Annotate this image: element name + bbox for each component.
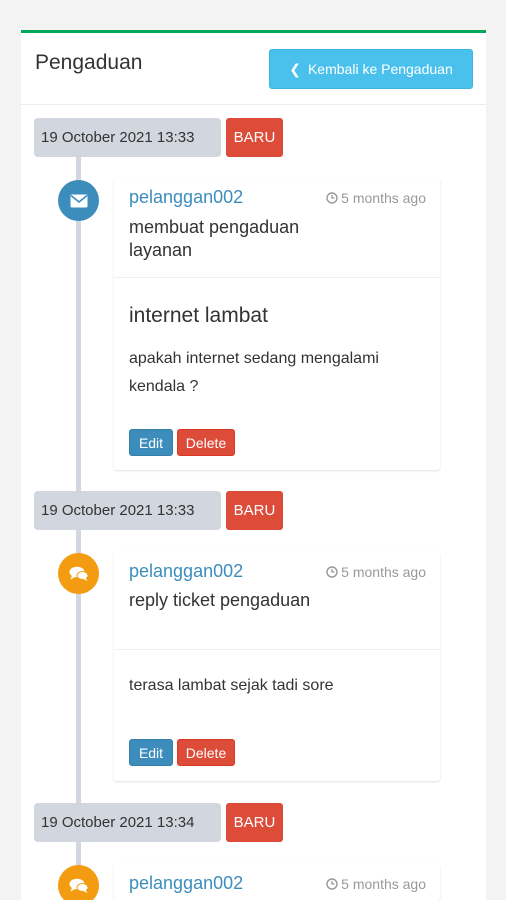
user-link[interactable]: pelanggan002 — [129, 187, 243, 208]
time-ago: 5 months ago — [326, 190, 426, 206]
timeline-item: pelanggan002 5 months ago membuat pengad… — [114, 178, 440, 470]
action-description: reply ticket pengaduan — [129, 590, 311, 610]
time-ago: 5 months ago — [326, 564, 426, 580]
timeline-item-body: internet lambat apakah internet sedang m… — [114, 278, 440, 470]
action-description: membuat pengaduan layanan — [129, 217, 300, 260]
delete-button[interactable]: Delete — [177, 739, 235, 766]
back-button-label: Kembali ke Pengaduan — [307, 61, 453, 77]
item-actions: Edit Delete — [114, 429, 440, 456]
timeline-date-label: 19 October 2021 13:34 — [34, 803, 221, 842]
time-ago-text: 5 months ago — [341, 564, 426, 580]
timeline-date-label: 19 October 2021 13:33 — [34, 118, 221, 157]
chevron-left-icon: ❮ — [289, 60, 301, 77]
complaint-text: apakah internet sedang mengalami kendala… — [129, 350, 379, 395]
box-header: Pengaduan ❮ Kembali ke Pengaduan — [21, 33, 486, 105]
time-ago-text: 5 months ago — [341, 190, 426, 206]
edit-button[interactable]: Edit — [129, 429, 173, 456]
timeline-item-header: pelanggan002 5 months ago — [114, 864, 440, 900]
item-actions: Edit Delete — [114, 739, 440, 766]
time-ago: 5 months ago — [326, 876, 426, 892]
status-badge: BARU — [226, 118, 283, 157]
page-title: Pengaduan — [35, 51, 143, 74]
reply-text: terasa lambat sejak tadi sore — [129, 677, 334, 694]
back-to-complaints-button[interactable]: ❮ Kembali ke Pengaduan — [269, 49, 473, 89]
timeline-item: pelanggan002 5 months ago — [114, 864, 440, 900]
envelope-icon — [58, 180, 99, 221]
timeline-item-body: terasa lambat sejak tadi sore Edit Delet… — [114, 650, 440, 781]
user-link[interactable]: pelanggan002 — [129, 873, 243, 894]
status-badge: BARU — [226, 803, 283, 842]
user-link[interactable]: pelanggan002 — [129, 561, 243, 582]
comments-icon — [58, 553, 99, 594]
clock-icon — [326, 566, 338, 578]
status-badge: BARU — [226, 491, 283, 530]
timeline-item-header: pelanggan002 5 months ago membuat pengad… — [114, 178, 440, 278]
clock-icon — [326, 878, 338, 890]
time-ago-text: 5 months ago — [341, 876, 426, 892]
delete-button[interactable]: Delete — [177, 429, 235, 456]
comments-icon — [58, 865, 99, 900]
timeline-item-header: pelanggan002 5 months ago reply ticket p… — [114, 552, 440, 650]
clock-icon — [326, 192, 338, 204]
complaint-subject: internet lambat — [129, 304, 268, 327]
edit-button[interactable]: Edit — [129, 739, 173, 766]
timeline-item: pelanggan002 5 months ago reply ticket p… — [114, 552, 440, 781]
timeline-date-label: 19 October 2021 13:33 — [34, 491, 221, 530]
